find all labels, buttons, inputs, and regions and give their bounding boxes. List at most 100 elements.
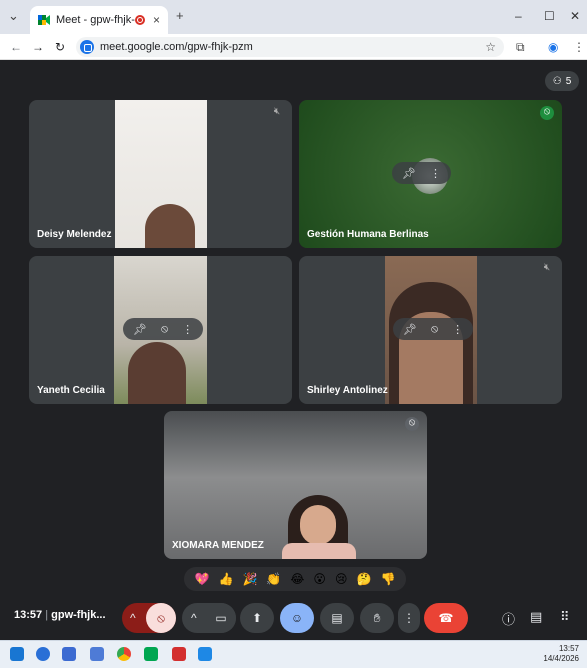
new-tab-button[interactable]: +: [176, 8, 184, 23]
reaction-clap[interactable]: 👏: [266, 572, 281, 586]
camera-toggle-button[interactable]: ▭: [206, 603, 236, 633]
meet-stage: ⚇ 5 🔇︎ Deisy Melendez 📌︎ ⋮ ⦸ Gestión Hum…: [0, 61, 587, 640]
participant-name: Yaneth Cecilia: [37, 385, 105, 396]
participant-tile-yaneth[interactable]: 📌︎ ⦸ ⋮ Yaneth Cecilia: [29, 256, 292, 404]
mic-off-icon: ⦸: [430, 322, 439, 335]
widgets-icon[interactable]: [90, 647, 104, 661]
pin-icon[interactable]: 📌︎: [402, 167, 416, 180]
window-close-icon[interactable]: ✕: [570, 9, 580, 23]
meeting-details-icon[interactable]: ⓘ: [502, 609, 515, 628]
participant-tile-gestion[interactable]: 📌︎ ⋮ ⦸ Gestión Humana Berlinas: [299, 100, 562, 248]
forward-icon[interactable]: →: [32, 40, 44, 54]
tab-search-icon[interactable]: ⌄: [8, 8, 19, 24]
participants-button[interactable]: ⚇ 5: [545, 71, 579, 91]
people-icon: ⚇: [552, 75, 562, 87]
more-options-button[interactable]: ⋮: [398, 603, 420, 633]
present-screen-icon: ⬆: [251, 611, 263, 625]
minimize-icon[interactable]: –: [515, 9, 522, 23]
back-icon[interactable]: ←: [10, 40, 22, 54]
meeting-code: gpw-fhjk...: [51, 609, 106, 621]
video-feed: [115, 100, 207, 248]
raise-hand-icon: ✋︎: [373, 610, 381, 625]
tile-hover-controls: 📌︎ ⋮: [392, 162, 451, 184]
tile-hover-controls: 📌︎ ⦸ ⋮: [393, 318, 474, 340]
mic-off-icon: 🔇︎: [543, 262, 551, 273]
camera-icon: ▭: [215, 611, 227, 625]
clock-time: 13:57: [558, 644, 579, 653]
system-clock[interactable]: 13:57 14/4/2026: [543, 644, 579, 664]
video-feed: [282, 495, 356, 559]
reaction-heart[interactable]: 💖: [195, 572, 210, 586]
url-text: meet.google.com/gpw-fhjk-pzm: [100, 41, 253, 53]
reactions-bar: 💖 👍 🎉 👏 😂 😮 😢 🤔 👎: [184, 567, 406, 591]
reaction-thumbs-down[interactable]: 👎: [380, 572, 395, 586]
reload-icon[interactable]: ↻: [55, 40, 65, 54]
os-taskbar: 13:57 14/4/2026: [0, 640, 587, 668]
extensions-icon[interactable]: ⧉: [516, 40, 525, 55]
participant-tile-deisy[interactable]: 🔇︎ Deisy Melendez: [29, 100, 292, 248]
search-icon[interactable]: [36, 647, 50, 661]
mic-off-icon: ⦸: [157, 610, 165, 625]
more-options-icon: ⋮: [403, 611, 415, 625]
leave-call-button[interactable]: ☎︎: [424, 603, 468, 633]
more-options-icon[interactable]: ⋮: [182, 323, 193, 336]
app-icon-green[interactable]: [144, 647, 158, 661]
emoji-button[interactable]: ☺: [280, 603, 314, 633]
tab-title: Meet - gpw-fhjk-pzm: [56, 14, 135, 26]
start-icon[interactable]: [10, 647, 24, 661]
participant-name: Deisy Melendez: [37, 229, 112, 240]
reaction-surprised[interactable]: 😮: [313, 572, 326, 586]
reaction-sad[interactable]: 😢: [335, 572, 348, 586]
mic-off-icon: 🔇︎: [273, 106, 281, 117]
clock-date: 14/4/2026: [543, 654, 579, 663]
meeting-time: 13:57: [14, 609, 43, 621]
tile-hover-controls: 📌︎ ⦸ ⋮: [123, 318, 204, 340]
participant-tile-xiomara[interactable]: ⦸ XIOMARA MENDEZ: [164, 411, 427, 559]
address-bar: ← → ↻ meet.google.com/gpw-fhjk-pzm ☆ ⧉ ◉…: [0, 34, 587, 60]
pin-icon[interactable]: 📌︎: [133, 323, 147, 336]
browser-tab[interactable]: Meet - gpw-fhjk-pzm ×: [30, 6, 168, 34]
bookmark-star-icon[interactable]: ☆: [485, 40, 496, 54]
mic-off-icon: ⦸: [160, 322, 169, 335]
browser-menu-icon[interactable]: ⋮: [573, 40, 585, 54]
mic-off-icon: ⦸: [540, 106, 554, 120]
reaction-thinking[interactable]: 🤔: [356, 572, 371, 586]
participant-count: 5: [565, 75, 572, 87]
profile-icon[interactable]: ◉: [548, 40, 558, 54]
control-bar: 13:57 | gpw-fhjk... ^ ⦸ ^ ▭ ⬆ ☺ ▤ ✋︎ ⋮ ☎…: [0, 601, 587, 641]
site-info-icon[interactable]: [80, 40, 94, 54]
raise-hand-button[interactable]: ✋︎: [360, 603, 394, 633]
task-view-icon[interactable]: [62, 647, 76, 661]
reaction-laugh[interactable]: 😂: [290, 572, 304, 586]
chat-icon[interactable]: ▤: [530, 609, 542, 625]
participant-name: Shirley Antolinez: [307, 385, 388, 396]
participant-tile-shirley[interactable]: 📌︎ ⦸ ⋮ 🔇︎ Shirley Antolinez: [299, 256, 562, 404]
maximize-icon[interactable]: ☐: [544, 9, 555, 23]
meeting-info: 13:57 | gpw-fhjk...: [14, 609, 106, 621]
tab-close-icon[interactable]: ×: [153, 13, 160, 27]
emoji-icon: ☺: [290, 611, 304, 625]
participant-name: Gestión Humana Berlinas: [307, 229, 429, 240]
reaction-thumbs-up[interactable]: 👍: [218, 572, 233, 586]
more-options-icon[interactable]: ⋮: [452, 323, 463, 336]
url-field[interactable]: meet.google.com/gpw-fhjk-pzm ☆: [76, 37, 504, 57]
chrome-icon[interactable]: [117, 647, 131, 661]
pin-icon[interactable]: 📌︎: [403, 323, 417, 336]
mic-off-icon: ⦸: [405, 417, 419, 431]
participant-name: XIOMARA MENDEZ: [172, 540, 264, 551]
acrobat-icon[interactable]: [172, 647, 186, 661]
recording-icon: [134, 15, 145, 25]
browser-tab-strip: ⌄ Meet - gpw-fhjk-pzm × + – ☐ ✕: [0, 0, 587, 34]
captions-icon: ▤: [331, 611, 343, 625]
captions-button[interactable]: ▤: [320, 603, 354, 633]
meet-favicon-icon: [38, 15, 50, 25]
present-button[interactable]: ⬆: [240, 603, 274, 633]
mic-options-chevron-icon[interactable]: ^: [130, 611, 136, 625]
app-icon-blue[interactable]: [198, 647, 212, 661]
reaction-party[interactable]: 🎉: [242, 572, 257, 586]
activities-icon[interactable]: ⠿: [560, 609, 570, 625]
hang-up-icon: ☎︎: [438, 611, 454, 625]
mic-toggle-button[interactable]: ⦸: [146, 603, 176, 633]
camera-options-chevron-icon[interactable]: ^: [191, 611, 197, 625]
more-options-icon[interactable]: ⋮: [430, 167, 441, 180]
